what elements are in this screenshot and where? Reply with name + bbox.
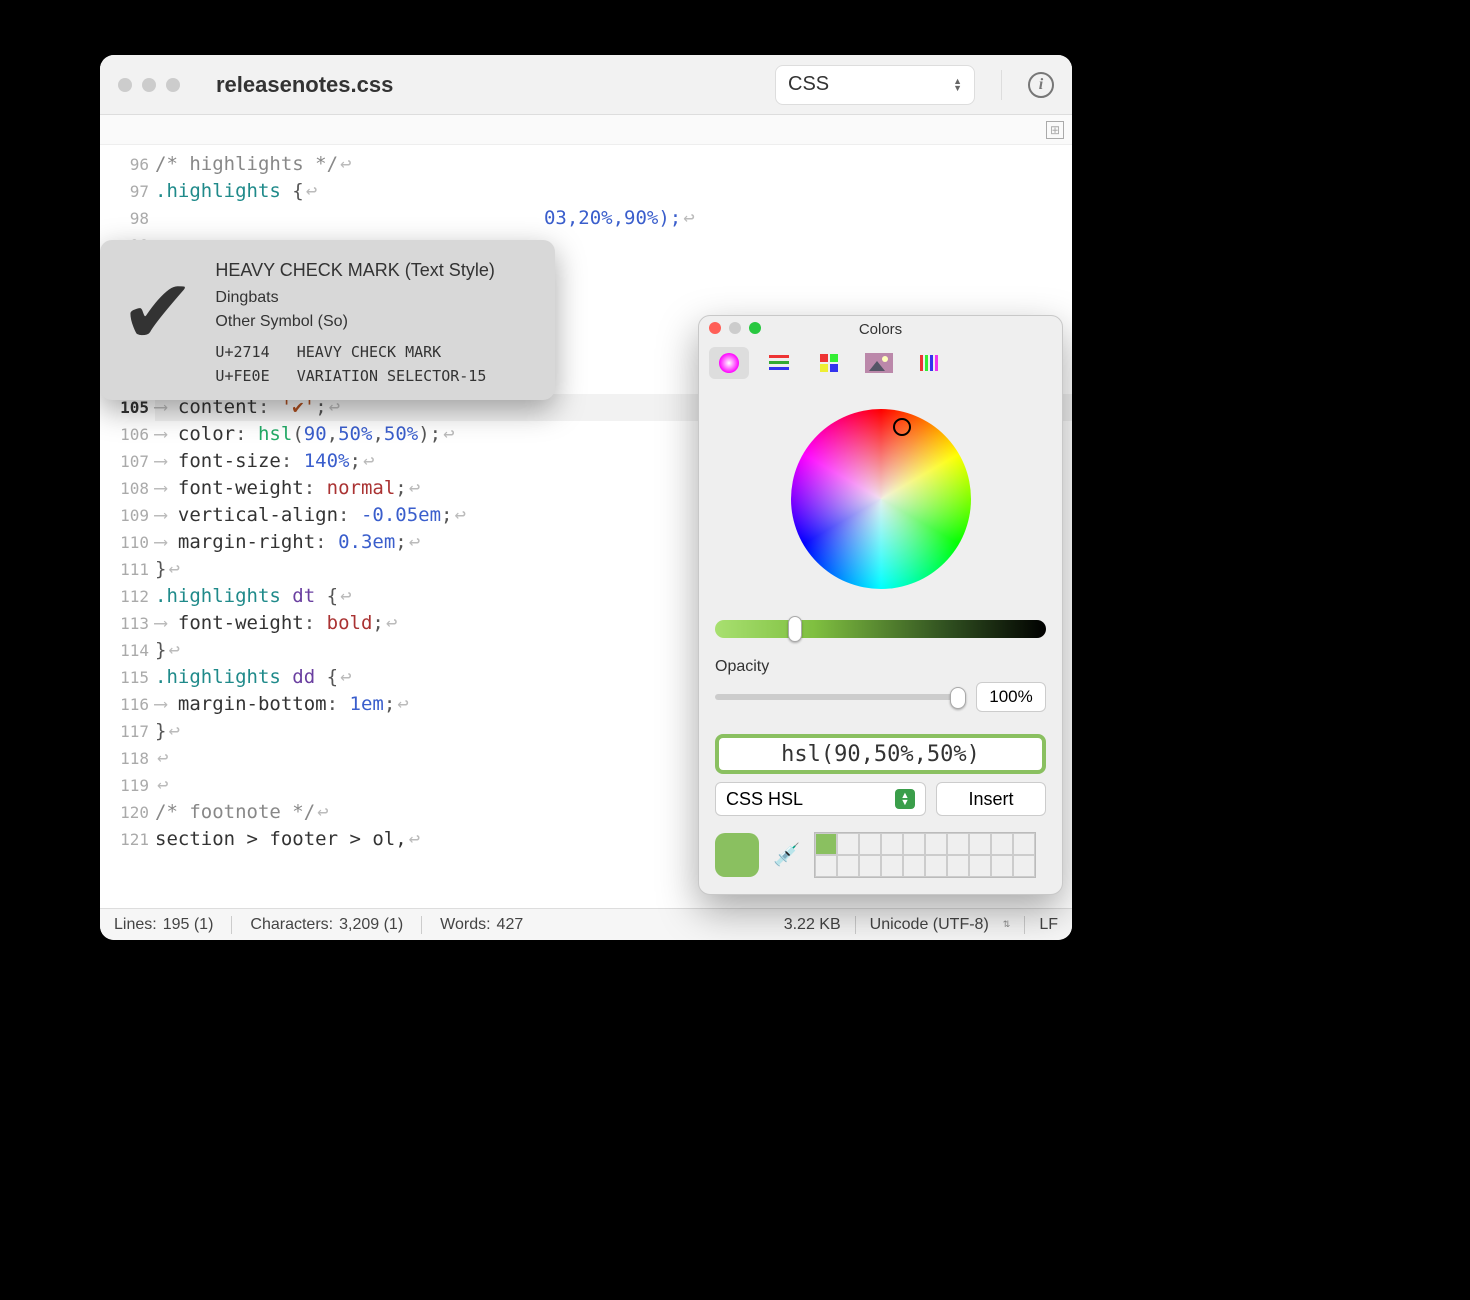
brightness-knob[interactable] [788, 616, 802, 642]
titlebar: releasenotes.css CSS ▲▼ i [100, 55, 1072, 115]
color-panel-title: Colors [859, 321, 902, 338]
swatch-cell[interactable] [837, 855, 859, 877]
chevron-updown-icon: ⇅ [1003, 919, 1011, 930]
swatch-cell[interactable] [991, 833, 1013, 855]
lineending-select[interactable]: LF [1039, 916, 1058, 934]
current-color-swatch[interactable] [715, 833, 759, 877]
chevron-updown-icon: ▲▼ [895, 789, 915, 809]
info-icon[interactable]: i [1028, 72, 1054, 98]
glyph-codepoints: U+2714 HEAVY CHECK MARK U+FE0E VARIATION… [215, 340, 494, 388]
swatch-cell[interactable] [969, 855, 991, 877]
words-value: 427 [497, 916, 524, 934]
insert-button[interactable]: Insert [936, 782, 1046, 816]
swatch-cell[interactable] [881, 855, 903, 877]
language-label: CSS [788, 73, 829, 96]
glyph-block: Dingbats [215, 286, 494, 310]
document-title: releasenotes.css [216, 72, 759, 98]
minimize-button[interactable] [729, 322, 741, 334]
color-value-input[interactable]: hsl(90,50%,50%) [715, 734, 1046, 774]
swatch-cell[interactable] [815, 855, 837, 877]
window-controls [118, 78, 180, 92]
encoding-select[interactable]: Unicode (UTF-8) [870, 916, 989, 934]
opacity-knob[interactable] [950, 687, 966, 709]
swatch-cell[interactable] [881, 833, 903, 855]
chars-value: 3,209 (1) [339, 916, 403, 934]
close-button[interactable] [709, 322, 721, 334]
zoom-button[interactable] [749, 322, 761, 334]
image-tab[interactable] [859, 347, 899, 379]
minimize-button[interactable] [142, 78, 156, 92]
tab-bar: ⊞ [100, 115, 1072, 145]
palette-icon [817, 351, 841, 375]
brightness-slider[interactable] [715, 620, 1046, 638]
divider [1001, 70, 1002, 100]
code-line[interactable]: XXXXXXXXXXXXXXXXXXXXXXXXXXXXXXXXXX03,20%… [155, 205, 1072, 232]
color-format-select[interactable]: CSS HSL ▲▼ [715, 782, 926, 816]
swatch-cell[interactable] [1013, 855, 1035, 877]
swatch-cell[interactable] [969, 833, 991, 855]
swatch-cell[interactable] [1013, 833, 1035, 855]
sliders-icon [767, 351, 791, 375]
sliders-tab[interactable] [759, 347, 799, 379]
words-label: Words: [440, 916, 490, 934]
swatch-grid[interactable] [814, 832, 1036, 878]
character-tooltip: ✔ HEAVY CHECK MARK (Text Style) Dingbats… [100, 240, 555, 400]
eyedropper-icon[interactable]: 💉 [773, 842, 800, 868]
swatch-cell[interactable] [859, 855, 881, 877]
color-wheel-icon [717, 351, 741, 375]
zoom-button[interactable] [166, 78, 180, 92]
palettes-tab[interactable] [809, 347, 849, 379]
chars-label: Characters: [250, 916, 333, 934]
color-mode-tabs [699, 342, 1062, 384]
status-bar: Lines: 195 (1) Characters: 3,209 (1) Wor… [100, 908, 1072, 940]
swatch-cell[interactable] [903, 833, 925, 855]
code-line[interactable]: .highlights {↩ [155, 178, 1072, 205]
swatch-cell[interactable] [925, 855, 947, 877]
swatch-cell[interactable] [947, 855, 969, 877]
code-line[interactable]: /* highlights */↩ [155, 151, 1072, 178]
color-wheel[interactable] [791, 409, 971, 589]
opacity-value[interactable]: 100% [976, 682, 1046, 712]
swatch-cell[interactable] [815, 833, 837, 855]
lines-value: 195 (1) [163, 916, 214, 934]
swatch-cell[interactable] [925, 833, 947, 855]
chevron-updown-icon: ▲▼ [953, 78, 962, 92]
swatch-cell[interactable] [947, 833, 969, 855]
color-panel-titlebar: Colors [699, 316, 1062, 342]
color-marker[interactable] [893, 418, 911, 436]
glyph-name: HEAVY CHECK MARK (Text Style) [215, 258, 494, 282]
language-select[interactable]: CSS ▲▼ [775, 65, 975, 105]
swatch-cell[interactable] [903, 855, 925, 877]
pencils-tab[interactable] [909, 347, 949, 379]
swatch-cell[interactable] [837, 833, 859, 855]
pencils-icon [917, 351, 941, 375]
add-tab-button[interactable]: ⊞ [1046, 121, 1064, 139]
swatch-cell[interactable] [859, 833, 881, 855]
lines-label: Lines: [114, 916, 157, 934]
image-icon [865, 353, 893, 373]
close-button[interactable] [118, 78, 132, 92]
opacity-slider[interactable] [715, 694, 966, 700]
glyph-preview: ✔ [120, 268, 195, 382]
wheel-tab[interactable] [709, 347, 749, 379]
filesize-value: 3.22 KB [784, 916, 841, 934]
color-panel: Colors Opacity 100% [698, 315, 1063, 895]
swatch-cell[interactable] [991, 855, 1013, 877]
opacity-label: Opacity [715, 658, 1046, 676]
glyph-category: Other Symbol (So) [215, 310, 494, 334]
